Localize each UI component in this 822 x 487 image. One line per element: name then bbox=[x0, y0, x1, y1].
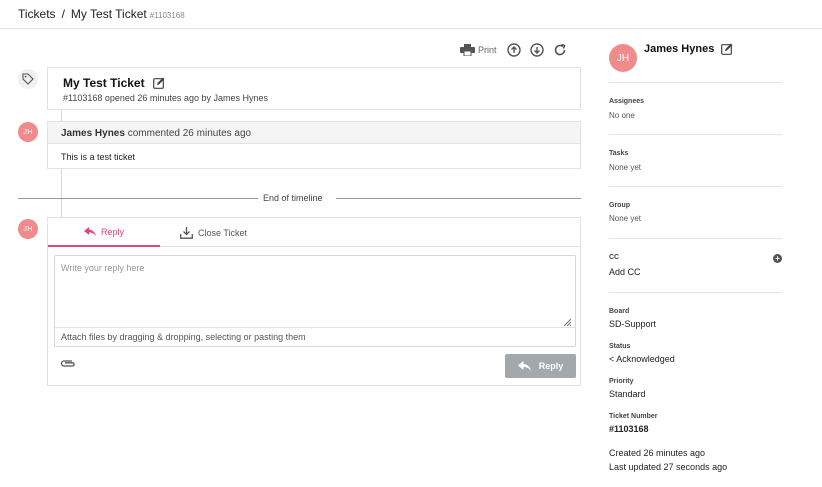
comment-body: This is a test ticket bbox=[61, 152, 136, 162]
tag-icon bbox=[22, 73, 34, 85]
scroll-down-icon bbox=[529, 43, 544, 57]
assignees-label: Assignees bbox=[609, 98, 645, 105]
priority-value[interactable]: Standard bbox=[609, 389, 646, 399]
end-of-timeline-label: End of timeline bbox=[263, 193, 323, 203]
sidebar-divider bbox=[609, 238, 782, 239]
board-value[interactable]: SD-Support bbox=[609, 319, 656, 329]
comment-header: James Hynes commented 26 minutes ago bbox=[48, 122, 580, 144]
status-value[interactable]: < Acknowledged bbox=[609, 354, 675, 364]
sidebar-divider bbox=[609, 186, 782, 187]
tab-reply[interactable]: Reply bbox=[48, 218, 160, 247]
breadcrumb-separator: / bbox=[61, 7, 65, 21]
assignees-value[interactable]: No one bbox=[609, 111, 635, 120]
sidebar-divider bbox=[609, 292, 782, 293]
ticket-number-label: Ticket Number bbox=[609, 413, 658, 420]
paperclip-icon bbox=[60, 360, 75, 367]
cc-label: CC bbox=[609, 254, 620, 261]
tab-reply-label: Reply bbox=[100, 226, 124, 237]
add-cc-link[interactable]: Add CC bbox=[609, 267, 641, 277]
ticket-header-card: My Test Ticket #1103168 opened 26 minute… bbox=[47, 67, 581, 110]
board-label: Board bbox=[609, 308, 630, 315]
sidebar-divider bbox=[609, 82, 782, 83]
edit-requester-icon[interactable] bbox=[721, 43, 733, 55]
end-of-timeline-rule-right bbox=[336, 198, 581, 199]
reply-editor: Attach files by dragging & dropping, sel… bbox=[54, 255, 576, 347]
tab-close-ticket[interactable]: Close Ticket bbox=[180, 218, 247, 247]
reply-arrow-icon bbox=[83, 227, 96, 236]
reply-textarea[interactable] bbox=[55, 256, 575, 328]
tag-button[interactable] bbox=[18, 69, 38, 89]
breadcrumb-tickets-link[interactable]: Tickets bbox=[18, 7, 56, 21]
group-label: Group bbox=[609, 202, 630, 209]
reply-submit-button[interactable]: Reply bbox=[505, 354, 576, 378]
edit-title-icon[interactable] bbox=[152, 77, 165, 89]
sidebar-avatar: JH bbox=[609, 44, 637, 72]
scroll-up-icon bbox=[506, 43, 521, 57]
refresh-icon bbox=[554, 43, 566, 56]
end-of-timeline-rule-left bbox=[18, 198, 258, 199]
header-divider bbox=[0, 28, 822, 29]
ticket-subtitle: #1103168 opened 26 minutes ago by James … bbox=[63, 93, 268, 103]
print-label: Print bbox=[478, 45, 497, 55]
print-button[interactable]: Print bbox=[460, 44, 497, 56]
ticket-number-value: #1103168 bbox=[609, 424, 649, 434]
resize-grip-icon[interactable] bbox=[563, 318, 571, 326]
sidebar-divider bbox=[609, 134, 782, 135]
add-cc-plus-icon[interactable]: + bbox=[773, 254, 782, 263]
scroll-up-button[interactable] bbox=[506, 43, 521, 57]
scroll-down-button[interactable] bbox=[529, 43, 544, 57]
comment-action: commented 26 minutes ago bbox=[124, 128, 252, 139]
sidebar-requester: James Hynes bbox=[644, 43, 733, 55]
breadcrumb-current: My Test Ticket bbox=[70, 7, 147, 21]
refresh-button[interactable] bbox=[553, 43, 567, 57]
ticket-toolbar: Print bbox=[460, 42, 567, 58]
status-label: Status bbox=[609, 343, 631, 350]
ticket-title-text: My Test Ticket bbox=[63, 76, 145, 90]
reply-submit-label: Reply bbox=[538, 361, 564, 371]
ticket-title: My Test Ticket bbox=[63, 76, 165, 90]
sidebar-requester-name[interactable]: James Hynes bbox=[644, 43, 714, 55]
group-value[interactable]: None yet bbox=[609, 214, 641, 223]
reply-tabs: Reply Close Ticket bbox=[48, 218, 580, 247]
comment-card: James Hynes commented 26 minutes ago Thi… bbox=[47, 121, 581, 169]
updated-timestamp: Last updated 27 seconds ago bbox=[609, 462, 728, 472]
reply-avatar: JH bbox=[18, 219, 38, 239]
reply-card: Reply Close Ticket Attach files by dragg… bbox=[47, 217, 581, 386]
tasks-value: None yet bbox=[609, 163, 642, 172]
comment-avatar: JH bbox=[18, 122, 38, 142]
breadcrumb-ticket-id: #1103168 bbox=[149, 11, 185, 20]
print-icon bbox=[460, 44, 475, 56]
comment-author[interactable]: James Hynes bbox=[61, 128, 125, 139]
priority-label: Priority bbox=[609, 378, 634, 385]
created-timestamp: Created 26 minutes ago bbox=[609, 448, 706, 458]
tasks-label: Tasks bbox=[609, 150, 629, 157]
tab-close-ticket-label: Close Ticket bbox=[198, 227, 248, 238]
attach-hint[interactable]: Attach files by dragging & dropping, sel… bbox=[61, 332, 306, 342]
breadcrumb: Tickets / My Test Ticket #1103168 bbox=[18, 7, 185, 21]
reply-arrow-icon bbox=[517, 361, 531, 371]
attach-file-button[interactable] bbox=[60, 359, 76, 371]
download-tray-icon bbox=[180, 226, 193, 239]
